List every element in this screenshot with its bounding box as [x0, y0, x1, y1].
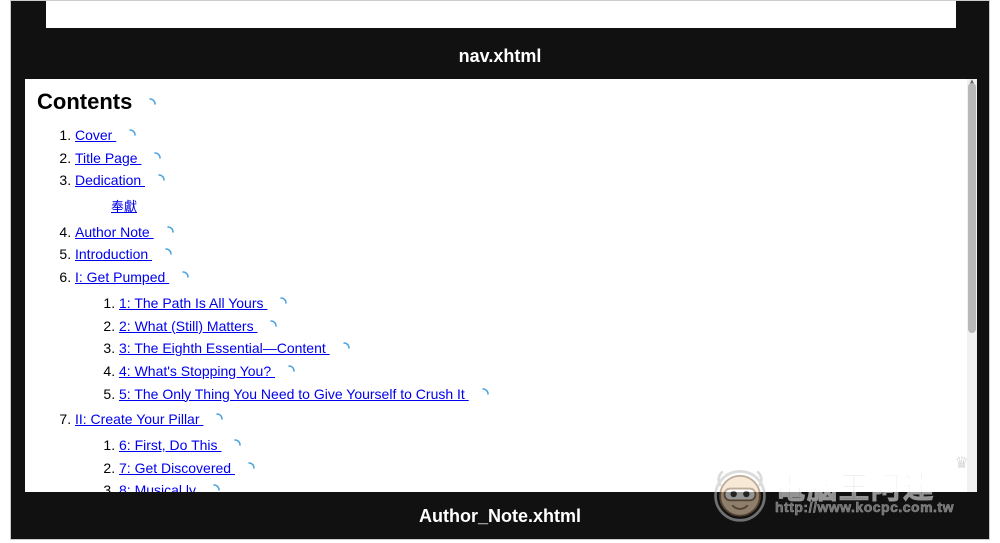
toc-item: Dedication 奉獻 — [75, 170, 957, 217]
toc-link[interactable]: 5: The Only Thing You Need to Give Yours… — [119, 386, 469, 402]
loading-icon — [208, 484, 220, 492]
toc-link[interactable]: 7: Get Discovered — [119, 460, 235, 476]
top-filename-label: nav.xhtml — [11, 46, 989, 67]
toc-item: 4: What's Stopping You? — [119, 361, 957, 383]
loading-icon — [160, 248, 172, 260]
toc-link[interactable]: Author Note — [75, 224, 154, 240]
toc-link[interactable]: 3: The Eighth Essential—Content — [119, 340, 330, 356]
loading-icon — [265, 320, 277, 332]
toc-item: 7: Get Discovered — [119, 458, 957, 480]
loading-icon — [243, 462, 255, 474]
loading-icon — [153, 174, 165, 186]
toc-item: 1: The Path Is All Yours — [119, 293, 957, 315]
toc-link[interactable]: 6: First, Do This — [119, 437, 221, 453]
contents-heading: Contents — [37, 89, 132, 115]
toc-item: 2: What (Still) Matters — [119, 316, 957, 338]
toc-item: 6: First, Do This — [119, 435, 957, 457]
loading-icon — [124, 129, 136, 141]
toc-link[interactable]: Cover — [75, 127, 116, 143]
toc-item: II: Create Your Pillar 6: First, Do This… — [75, 409, 957, 492]
toc-item: I: Get Pumped 1: The Path Is All Yours 2… — [75, 267, 957, 405]
toc-sublink[interactable]: 奉獻 — [111, 199, 137, 214]
scrollbar-track[interactable]: ▲ — [967, 79, 977, 492]
toc-link[interactable]: 1: The Path Is All Yours — [119, 295, 267, 311]
toc-item: Cover — [75, 125, 957, 147]
loading-icon — [229, 439, 241, 451]
toc-link[interactable]: I: Get Pumped — [75, 269, 169, 285]
loading-icon — [338, 342, 350, 354]
document-content-panel: Contents Cover Title Page Dedication 奉獻 A… — [25, 79, 977, 492]
viewer-frame: nav.xhtml Contents Cover Title Page Dedi… — [10, 0, 990, 540]
top-white-strip — [46, 1, 956, 28]
loading-icon — [211, 413, 223, 425]
toc-item: 3: The Eighth Essential—Content — [119, 338, 957, 360]
loading-icon — [477, 388, 489, 400]
toc-item: Author Note — [75, 222, 957, 244]
document-scroll-area[interactable]: Contents Cover Title Page Dedication 奉獻 A… — [25, 79, 967, 492]
loading-icon — [162, 226, 174, 238]
toc-item: Title Page — [75, 148, 957, 170]
toc-list: Cover Title Page Dedication 奉獻 Author Not… — [37, 125, 957, 492]
toc-link[interactable]: 4: What's Stopping You? — [119, 363, 275, 379]
loading-icon — [149, 152, 161, 164]
toc-link[interactable]: Dedication — [75, 172, 145, 188]
toc-item: 8: Musical.ly — [119, 480, 957, 492]
toc-link[interactable]: Title Page — [75, 150, 141, 166]
bottom-filename-label: Author_Note.xhtml — [11, 506, 989, 527]
toc-link[interactable]: II: Create Your Pillar — [75, 411, 203, 427]
toc-sublist: 6: First, Do This 7: Get Discovered 8: M… — [75, 435, 957, 492]
toc-link[interactable]: 2: What (Still) Matters — [119, 318, 257, 334]
toc-link[interactable]: 8: Musical.ly — [119, 482, 200, 492]
loading-icon — [144, 98, 156, 110]
toc-link[interactable]: Introduction — [75, 246, 152, 262]
loading-icon — [283, 365, 295, 377]
toc-sublink-block: 奉獻 — [111, 196, 957, 218]
scrollbar-thumb[interactable] — [968, 83, 976, 333]
loading-icon — [177, 271, 189, 283]
toc-item: 5: The Only Thing You Need to Give Yours… — [119, 384, 957, 406]
toc-item: Introduction — [75, 244, 957, 266]
loading-icon — [275, 297, 287, 309]
toc-sublist: 1: The Path Is All Yours 2: What (Still)… — [75, 293, 957, 405]
